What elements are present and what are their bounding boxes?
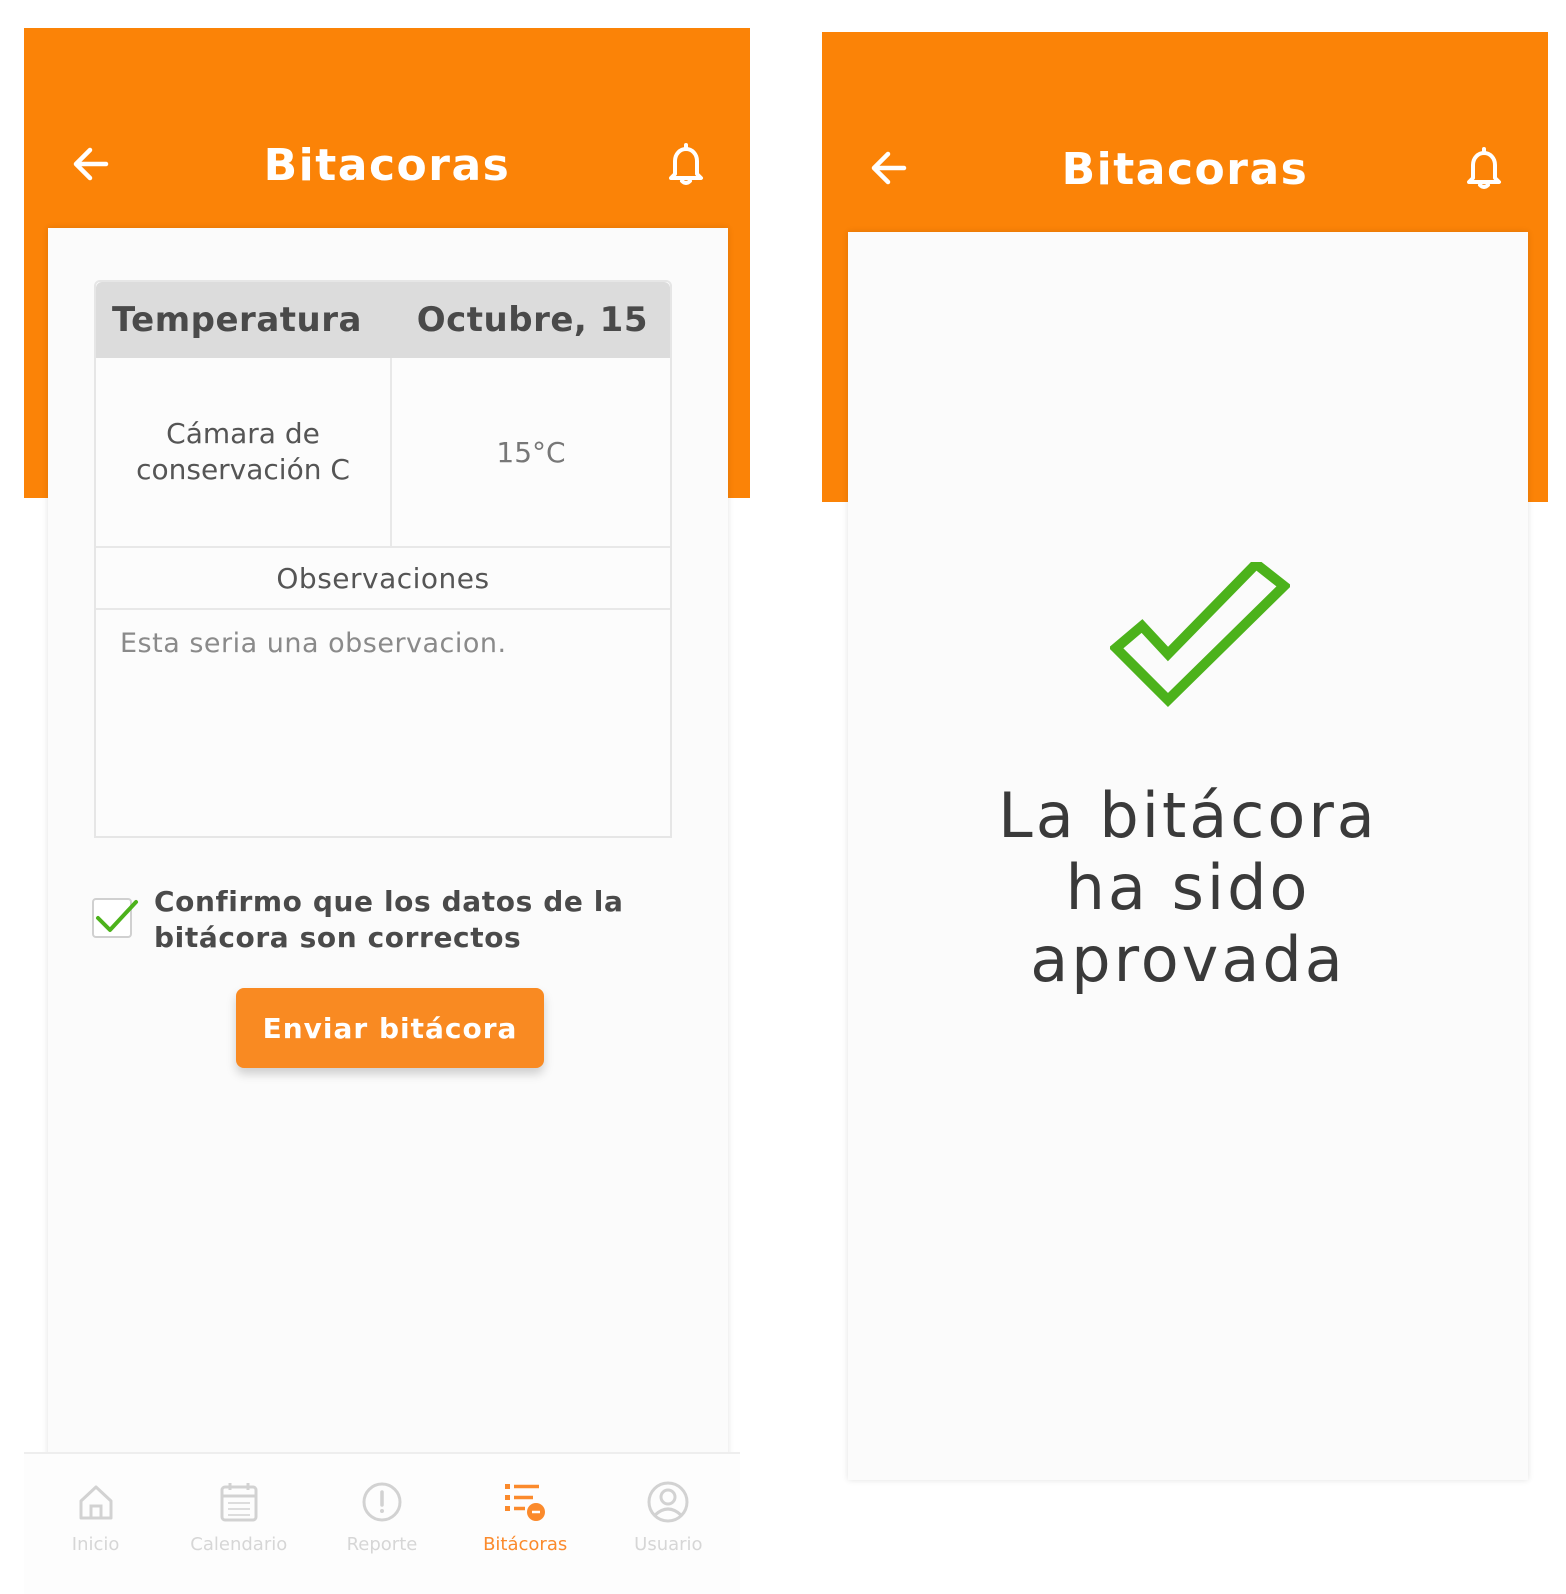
log-location: Cámara de conservación C — [96, 358, 392, 546]
confirm-checkbox[interactable] — [92, 898, 138, 938]
page-title: Bitacoras — [1061, 144, 1309, 195]
nav-label: Usuario — [634, 1534, 703, 1555]
home-icon — [79, 1485, 113, 1520]
success-line-1: La bitácora — [998, 779, 1378, 852]
success-line-2: ha sido — [1065, 851, 1311, 924]
app-bar: Bitacoras — [24, 124, 750, 204]
nav-label: Bitácoras — [483, 1534, 568, 1555]
notifications-button[interactable] — [662, 138, 710, 190]
success-line-3: aprovada — [1030, 923, 1346, 996]
success-message: La bitácora ha sido aprovada — [848, 780, 1528, 996]
app-bar: Bitacoras — [822, 128, 1548, 208]
checkmark-icon — [96, 900, 138, 932]
nav-item-inicio[interactable]: Inicio — [31, 1478, 161, 1555]
send-log-button[interactable]: Enviar bitácora — [236, 988, 544, 1068]
success-card: La bitácora ha sido aprovada — [848, 232, 1528, 1480]
observations-label: Observaciones — [96, 548, 670, 610]
log-date: Octubre, 15 — [416, 300, 648, 340]
list-icon — [505, 1484, 546, 1521]
nav-label: Reporte — [346, 1534, 418, 1555]
calendar-icon — [220, 1483, 258, 1522]
nav-label: Inicio — [71, 1534, 120, 1555]
nav-item-calendario[interactable]: Calendario — [174, 1478, 304, 1555]
confirm-checkbox-row[interactable]: Confirmo que los datos de la bitácora so… — [92, 884, 652, 956]
nav-item-usuario[interactable]: Usuario — [603, 1478, 733, 1555]
log-reading-row: Cámara de conservación C 15°C — [96, 358, 670, 548]
user-icon — [647, 1481, 689, 1523]
bell-icon — [1467, 147, 1501, 189]
nav-item-reporte[interactable]: Reporte — [317, 1478, 447, 1555]
check-success-icon — [1110, 562, 1290, 708]
alert-icon — [362, 1482, 402, 1522]
nav-label: Calendario — [190, 1534, 288, 1555]
bottom-nav: Inicio Calendario Reporte Bitácoras Usua… — [24, 1452, 740, 1594]
log-table: Temperatura Octubre, 15 Cámara de conser… — [94, 280, 672, 838]
nav-item-bitacoras[interactable]: Bitácoras — [460, 1478, 590, 1555]
notifications-button[interactable] — [1460, 142, 1508, 194]
log-value: 15°C — [496, 435, 566, 469]
log-card: Temperatura Octubre, 15 Cámara de conser… — [48, 228, 728, 1476]
confirm-label: Confirmo que los datos de la bitácora so… — [154, 885, 624, 954]
log-parameter: Temperatura — [112, 300, 362, 340]
log-table-header: Temperatura Octubre, 15 — [96, 282, 670, 358]
page-title: Bitacoras — [263, 140, 511, 191]
observations-field[interactable]: Esta seria una observacion. — [96, 610, 670, 677]
bell-icon — [669, 143, 703, 185]
log-form-screen: Bitacoras Temperatura Octubre, 15 Cámara… — [0, 0, 760, 1594]
success-screen: Bitacoras La bitácora ha sido aprovada — [800, 0, 1566, 1594]
